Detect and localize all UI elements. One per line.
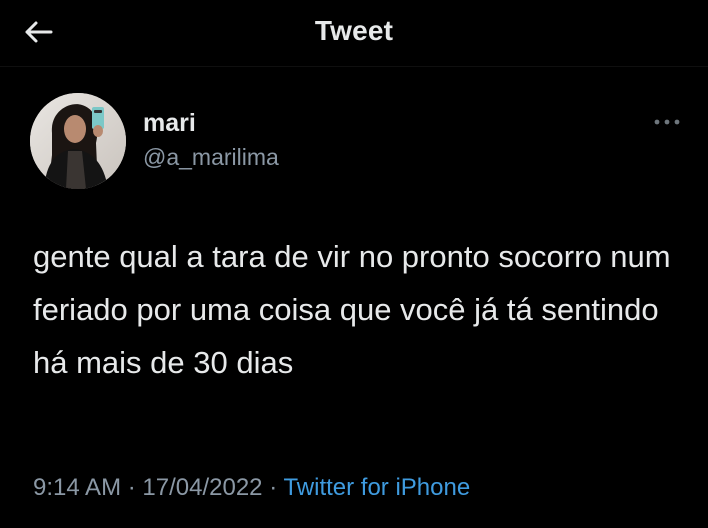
tweet-meta: 9:14 AM · 17/04/2022 · Twitter for iPhon… (33, 474, 470, 502)
more-horizontal-icon (654, 119, 680, 125)
tweet-source-link[interactable]: Twitter for iPhone (283, 474, 470, 501)
meta-separator: · (269, 474, 278, 501)
tweet-text: gente qual a tara de vir no pronto socor… (33, 239, 671, 380)
meta-separator: · (127, 474, 136, 501)
page-title: Tweet (314, 15, 394, 46)
top-bar: Tweet (0, 0, 708, 66)
tweet-time[interactable]: 9:14 AM (33, 474, 121, 501)
author-handle[interactable]: @a_marilima (143, 144, 279, 171)
more-button[interactable] (649, 112, 685, 132)
author-name[interactable]: mari (143, 109, 196, 138)
header-divider (0, 66, 708, 67)
tweet-date[interactable]: 17/04/2022 (142, 474, 262, 501)
profile-photo (30, 93, 126, 189)
avatar[interactable] (30, 93, 126, 189)
